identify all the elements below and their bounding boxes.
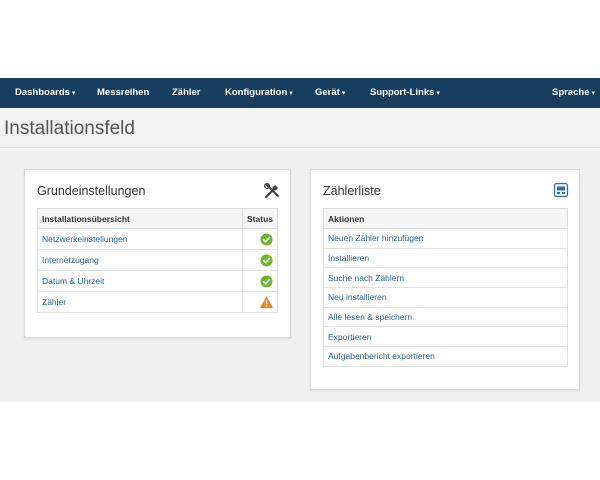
table-row: Exportieren xyxy=(323,326,568,348)
table-row: Zähler xyxy=(36,291,278,313)
status-cell xyxy=(242,270,278,292)
table-row: Neuen Zähler hinzufügen xyxy=(323,228,568,249)
top-navbar: Dashboards ▾ Messreihen Zähler Konfigurat… xyxy=(0,78,600,108)
table-header-row: Aktionen xyxy=(323,208,568,229)
nav-label: Sprache xyxy=(552,87,590,98)
nav-label: Messreihen xyxy=(97,87,150,98)
nav-support-links[interactable]: Support-Links ▾ xyxy=(370,78,440,108)
table-row: Datum & Uhrzeit xyxy=(36,270,278,292)
main-content: Grundeinstellungen Installationsübersich… xyxy=(0,149,600,402)
nav-messreihen[interactable]: Messreihen xyxy=(97,78,149,108)
nav-label: Zähler xyxy=(172,87,201,98)
nav-label: Gerät xyxy=(315,87,340,98)
panel-title: Zählerliste xyxy=(323,184,381,198)
table-row: Alle lesen & speichern xyxy=(323,306,568,328)
chevron-down-icon: ▾ xyxy=(341,90,346,97)
table-row: Internetzugang xyxy=(36,249,278,271)
table-row: Aufgabenbericht exportieren xyxy=(323,346,568,367)
column-header: Installationsübersicht xyxy=(36,208,244,229)
nav-label: Support-Links xyxy=(370,87,435,98)
tools-icon[interactable] xyxy=(263,182,281,200)
date-time-link[interactable]: Datum & Uhrzeit xyxy=(36,270,244,292)
internet-access-link[interactable]: Internetzugang xyxy=(36,249,244,271)
column-header: Status xyxy=(242,208,278,229)
table-row: Installieren xyxy=(323,247,568,269)
nav-label: Dashboards xyxy=(15,87,70,98)
basic-settings-panel: Grundeinstellungen Installationsübersich… xyxy=(24,169,291,338)
installation-overview-table: Installationsübersicht Status Netzwerkei… xyxy=(36,208,278,313)
status-cell xyxy=(242,291,278,313)
meter-list-icon[interactable] xyxy=(553,182,571,200)
check-circle-icon xyxy=(260,253,273,267)
nav-language[interactable]: Sprache ▾ xyxy=(552,78,595,108)
table-row: Netzwerkeinstellungen xyxy=(36,228,278,250)
status-cell xyxy=(242,228,278,250)
meters-link[interactable]: Zähler xyxy=(36,291,244,313)
nav-zaehler[interactable]: Zähler xyxy=(172,78,201,108)
read-save-all-link[interactable]: Alle lesen & speichern xyxy=(323,306,568,328)
export-task-report-link[interactable]: Aufgabenbericht exportieren xyxy=(323,346,568,367)
check-circle-icon xyxy=(260,232,273,246)
chevron-down-icon: ▾ xyxy=(289,90,293,97)
table-row: Neu installieren xyxy=(323,287,568,308)
add-meter-link[interactable]: Neuen Zähler hinzufügen xyxy=(323,228,568,249)
page-title: Installationsfeld xyxy=(4,118,135,139)
search-meters-link[interactable]: Suche nach Zählern xyxy=(323,267,568,289)
meter-list-panel: Zählerliste Aktionen Neuen Zähler hinzuf… xyxy=(310,169,580,390)
nav-konfiguration[interactable]: Konfiguration ▾ xyxy=(225,78,293,108)
network-settings-link[interactable]: Netzwerkeinstellungen xyxy=(36,228,244,250)
column-header: Aktionen xyxy=(323,208,568,229)
nav-label: Konfiguration xyxy=(225,87,288,98)
status-cell xyxy=(242,249,278,271)
chevron-down-icon: ▾ xyxy=(436,90,440,97)
chevron-down-icon: ▾ xyxy=(71,90,76,97)
title-bar: Installationsfeld xyxy=(0,108,600,148)
panel-title: Grundeinstellungen xyxy=(37,184,146,198)
export-link[interactable]: Exportieren xyxy=(323,326,568,348)
nav-geraet[interactable]: Gerät ▾ xyxy=(315,78,345,108)
chevron-down-icon: ▾ xyxy=(591,90,596,97)
table-header-row: Installationsübersicht Status xyxy=(36,208,278,229)
reinstall-link[interactable]: Neu installieren xyxy=(323,287,568,308)
table-row: Suche nach Zählern xyxy=(323,267,568,289)
warning-icon xyxy=(260,296,273,308)
check-circle-icon xyxy=(260,274,273,288)
nav-dashboards[interactable]: Dashboards ▾ xyxy=(15,78,75,108)
install-link[interactable]: Installieren xyxy=(323,247,568,269)
actions-table: Aktionen Neuen Zähler hinzufügen Install… xyxy=(323,208,568,367)
